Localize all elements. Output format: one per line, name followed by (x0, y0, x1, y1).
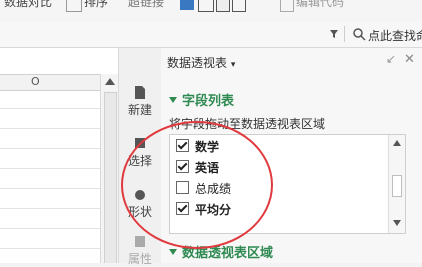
field-checkbox[interactable] (176, 181, 189, 194)
field-label: 平均分 (195, 203, 232, 217)
panel-title: 数据透视表 (167, 56, 228, 70)
pivot-area-section-title: 数据透视表区域 (182, 246, 274, 261)
panel-title-dropdown[interactable]: 数据透视表 ▾ (167, 54, 235, 71)
spreadsheet-area[interactable]: O (0, 48, 118, 263)
row-gridline (0, 248, 100, 249)
expand-triangle-icon (169, 97, 177, 103)
ribbon-item-hyperlink[interactable]: 超链接 (128, 0, 164, 10)
field-list-scrollbar[interactable] (388, 135, 405, 233)
close-icon[interactable]: ✕ (404, 52, 415, 67)
pivot-area-section-header[interactable]: 数据透视表区域 (169, 242, 273, 261)
field-list-section-title: 字段列表 (182, 94, 235, 109)
task-pane-sidebar: 新建 选择 形状 属性 (118, 48, 162, 266)
field-list-hint: 将字段拖动至数据透视表区域 (169, 117, 326, 131)
ribbon-toolbar: 数据对比 排序 超链接 编辑代码 (0, 0, 422, 23)
collapse-panel-icon[interactable]: ↙ (386, 52, 396, 66)
new-button[interactable]: 新建 (119, 86, 161, 118)
field-label: 数学 (195, 140, 220, 154)
scroll-thumb[interactable] (104, 92, 117, 263)
column-header[interactable]: O (0, 74, 100, 91)
ribbon-item-sort[interactable]: 排序 (84, 0, 108, 10)
pin-icon[interactable] (328, 28, 340, 40)
shape-button-label: 形状 (127, 205, 152, 219)
search-icon[interactable] (352, 27, 366, 41)
dropdown-caret-icon: ▾ (230, 60, 236, 70)
ribbon-item-edit-code[interactable]: 编辑代码 (296, 0, 344, 10)
row-gridline (0, 208, 100, 209)
expand-triangle-icon (169, 249, 177, 255)
scroll-down-icon[interactable] (393, 220, 401, 226)
field-item-total[interactable]: 总成绩 (176, 180, 231, 198)
pivot-table-panel: 数据透视表 ▾ ↙ ✕ 字段列表 将字段拖动至数据透视表区域 数学 英语 总成绩… (161, 48, 422, 263)
select-icon (135, 138, 145, 148)
table-icon[interactable] (180, 0, 194, 10)
field-list-box: 数学 英语 总成绩 平均分 (169, 134, 406, 234)
field-label: 总成绩 (195, 182, 232, 196)
shape-icon (135, 190, 145, 200)
grid-icon[interactable] (198, 0, 214, 12)
code-icon (280, 0, 294, 12)
field-checkbox[interactable] (176, 139, 189, 152)
field-checkbox[interactable] (176, 160, 189, 173)
property-button[interactable]: 属性 (119, 235, 161, 267)
scroll-thumb[interactable] (392, 175, 402, 197)
row-gridline (0, 108, 100, 109)
field-list-section-header[interactable]: 字段列表 (169, 90, 234, 109)
sheet-vertical-scrollbar[interactable] (100, 74, 118, 263)
field-item-average[interactable]: 平均分 (176, 201, 231, 219)
property-icon (135, 236, 145, 247)
sort-icon (66, 0, 82, 12)
select-button[interactable]: 选择 (119, 137, 161, 169)
row-gridline (0, 148, 100, 149)
field-item-math[interactable]: 数学 (176, 138, 219, 156)
scroll-up-icon[interactable] (105, 78, 115, 85)
new-file-icon (135, 86, 145, 99)
shape-button[interactable]: 形状 (119, 188, 161, 220)
scroll-up-icon[interactable] (393, 140, 401, 146)
record-icon[interactable] (216, 0, 230, 12)
field-label: 英语 (195, 161, 220, 175)
command-search[interactable]: 点此查找命令 (368, 27, 422, 44)
form-icon[interactable] (232, 0, 246, 12)
new-button-label: 新建 (127, 103, 152, 117)
column-header-label: O (31, 75, 40, 88)
row-gridline (0, 228, 100, 229)
row-gridline (0, 128, 100, 129)
row-gridline (0, 168, 100, 169)
ribbon-item-compare[interactable]: 数据对比 (4, 0, 52, 10)
property-button-label: 属性 (127, 252, 152, 266)
select-button-label: 选择 (127, 154, 152, 168)
row-gridline (0, 188, 100, 189)
toolbar-divider (344, 26, 345, 42)
field-item-english[interactable]: 英语 (176, 159, 219, 177)
command-bar: 点此查找命令 (0, 22, 422, 48)
field-checkbox[interactable] (176, 202, 189, 215)
